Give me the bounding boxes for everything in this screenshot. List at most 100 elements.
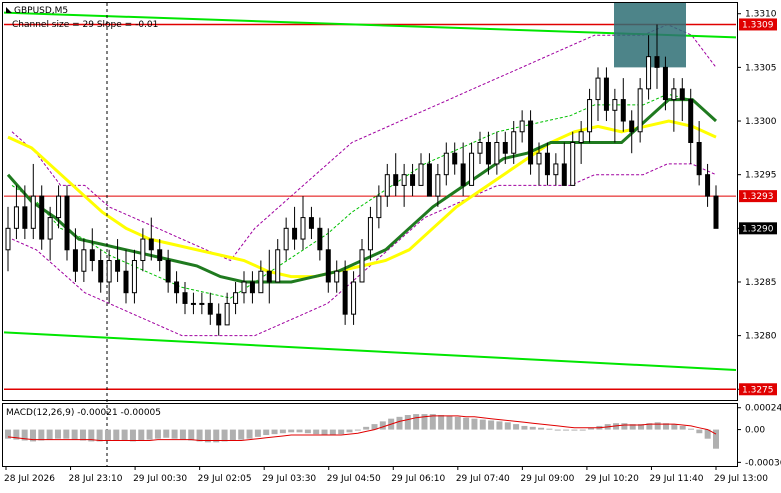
candle-body-bear bbox=[182, 292, 188, 304]
candle-body-bull bbox=[637, 88, 643, 133]
candle-body-bull bbox=[233, 292, 239, 304]
time-tick-label: 29 Jul 06:10 bbox=[391, 474, 445, 484]
macd-hist-bar bbox=[563, 429, 570, 431]
time-tick-label: 29 Jul 09:00 bbox=[520, 474, 574, 484]
macd-hist-bar bbox=[671, 424, 678, 430]
macd-hist-bar bbox=[79, 429, 86, 441]
candle-body-bear bbox=[485, 141, 491, 165]
candle-body-bull bbox=[275, 249, 281, 283]
price-chart[interactable]: 1.3310 1.3305 1.3300 1.3295 1.3290 1.3285 1.32… bbox=[0, 0, 781, 489]
candle-body-bull bbox=[106, 260, 112, 283]
macd-hist-bar bbox=[304, 429, 311, 434]
candle-body-bull bbox=[511, 131, 517, 154]
candle-body-bull bbox=[443, 152, 449, 176]
macd-hist-bar bbox=[404, 415, 411, 430]
macd-hist-bar bbox=[413, 414, 420, 430]
price-tick-label: 1.3305 bbox=[745, 63, 777, 73]
price-label-text: 1.3293 bbox=[742, 192, 774, 202]
candle-body-bear bbox=[502, 141, 508, 154]
candle-body-bear bbox=[696, 141, 702, 176]
candle-body-bull bbox=[536, 152, 542, 165]
price-tick-label: 1.3300 bbox=[745, 117, 777, 127]
candle-body-bull bbox=[81, 249, 87, 272]
price-tick-label: 1.3285 bbox=[745, 278, 777, 288]
chart-window: 1.3310 1.3305 1.3300 1.3295 1.3290 1.3285 1.32… bbox=[0, 0, 781, 489]
macd-hist-bar bbox=[279, 429, 286, 434]
macd-hist-bar bbox=[96, 429, 103, 442]
macd-hist-bar bbox=[679, 425, 686, 430]
candle-body-bull bbox=[199, 302, 205, 305]
candle-body-bull bbox=[384, 174, 390, 197]
candle-body-bull bbox=[494, 141, 500, 165]
candle-body-bull bbox=[258, 270, 264, 294]
macd-tick-label: 0.00 bbox=[745, 426, 765, 436]
macd-hist-bar bbox=[221, 429, 228, 442]
candle-body-bear bbox=[426, 163, 432, 197]
price-label-text: 1.3275 bbox=[742, 385, 774, 395]
macd-hist-bar bbox=[129, 429, 136, 442]
macd-hist-bar bbox=[71, 429, 78, 440]
candle-body-bull bbox=[595, 77, 601, 101]
candle-body-bear bbox=[89, 249, 95, 262]
macd-hist-bar bbox=[621, 423, 628, 430]
candle-body-bear bbox=[115, 260, 121, 272]
candle-body-bear bbox=[174, 281, 180, 294]
symbol-title: GBPUSD,M5 bbox=[14, 6, 68, 16]
macd-hist-bar bbox=[171, 429, 178, 439]
candle-body-bull bbox=[190, 302, 196, 305]
price-label-text: 1.3309 bbox=[742, 20, 774, 30]
macd-hist-bar bbox=[54, 429, 61, 439]
macd-hist-bar bbox=[121, 429, 128, 441]
candle-body-bull bbox=[646, 56, 652, 90]
candle-body-bear bbox=[266, 270, 272, 283]
candle-body-bull bbox=[56, 195, 62, 219]
candle-body-bull bbox=[300, 217, 306, 240]
time-tick-label: 29 Jul 03:30 bbox=[262, 474, 316, 484]
macd-hist-bar bbox=[346, 429, 353, 433]
macd-hist-bar bbox=[163, 429, 170, 438]
candle-body-bull bbox=[587, 99, 593, 133]
macd-hist-bar bbox=[446, 415, 453, 430]
time-tick-label: 29 Jul 11:40 bbox=[649, 474, 703, 484]
candle-body-bear bbox=[528, 120, 534, 165]
candle-body-bear bbox=[39, 195, 45, 240]
macd-hist-bar bbox=[138, 429, 145, 441]
time-tick-label: 29 Jul 13:00 bbox=[714, 474, 768, 484]
macd-hist-bar bbox=[246, 429, 253, 439]
macd-hist-bar bbox=[513, 424, 520, 430]
macd-tick-label: -0.00036 bbox=[745, 458, 781, 468]
macd-hist-bar bbox=[688, 428, 695, 430]
candle-body-bear bbox=[342, 270, 348, 315]
candle-body-bear bbox=[317, 227, 323, 251]
macd-hist-bar bbox=[104, 429, 111, 441]
candle-body-bear bbox=[308, 217, 314, 229]
candle-body-bear bbox=[662, 66, 668, 101]
macd-hist-bar bbox=[696, 429, 703, 434]
macd-hist-bar bbox=[146, 429, 153, 440]
time-tick-label: 28 Jul 2026 bbox=[4, 474, 55, 484]
candle-body-bear bbox=[207, 302, 213, 315]
macd-hist-bar bbox=[329, 429, 336, 436]
time-tick-label: 29 Jul 00:30 bbox=[133, 474, 187, 484]
candle-body-bear bbox=[713, 195, 719, 229]
macd-hist-bar bbox=[238, 429, 245, 440]
macd-tick-label: 0.00024 bbox=[745, 404, 781, 414]
candle-body-bull bbox=[418, 163, 424, 186]
macd-hist-bar bbox=[471, 418, 478, 430]
candle-body-bull bbox=[13, 206, 19, 229]
candle-body-bear bbox=[165, 260, 171, 283]
candle-body-bull bbox=[241, 281, 247, 294]
macd-hist-bar bbox=[188, 429, 195, 441]
candle-body-bull bbox=[570, 141, 576, 186]
candle-body-bull bbox=[435, 174, 441, 197]
macd-hist-bar bbox=[379, 421, 386, 430]
candle-body-bear bbox=[393, 174, 399, 186]
macd-hist-bar bbox=[179, 429, 186, 440]
candle-body-bear bbox=[249, 281, 255, 294]
candle-body-bear bbox=[325, 249, 331, 283]
candle-body-bull bbox=[376, 195, 382, 219]
macd-hist-bar bbox=[529, 426, 536, 430]
candle-body-bull bbox=[469, 152, 475, 186]
candle bbox=[64, 185, 70, 261]
macd-hist-bar bbox=[46, 429, 53, 440]
